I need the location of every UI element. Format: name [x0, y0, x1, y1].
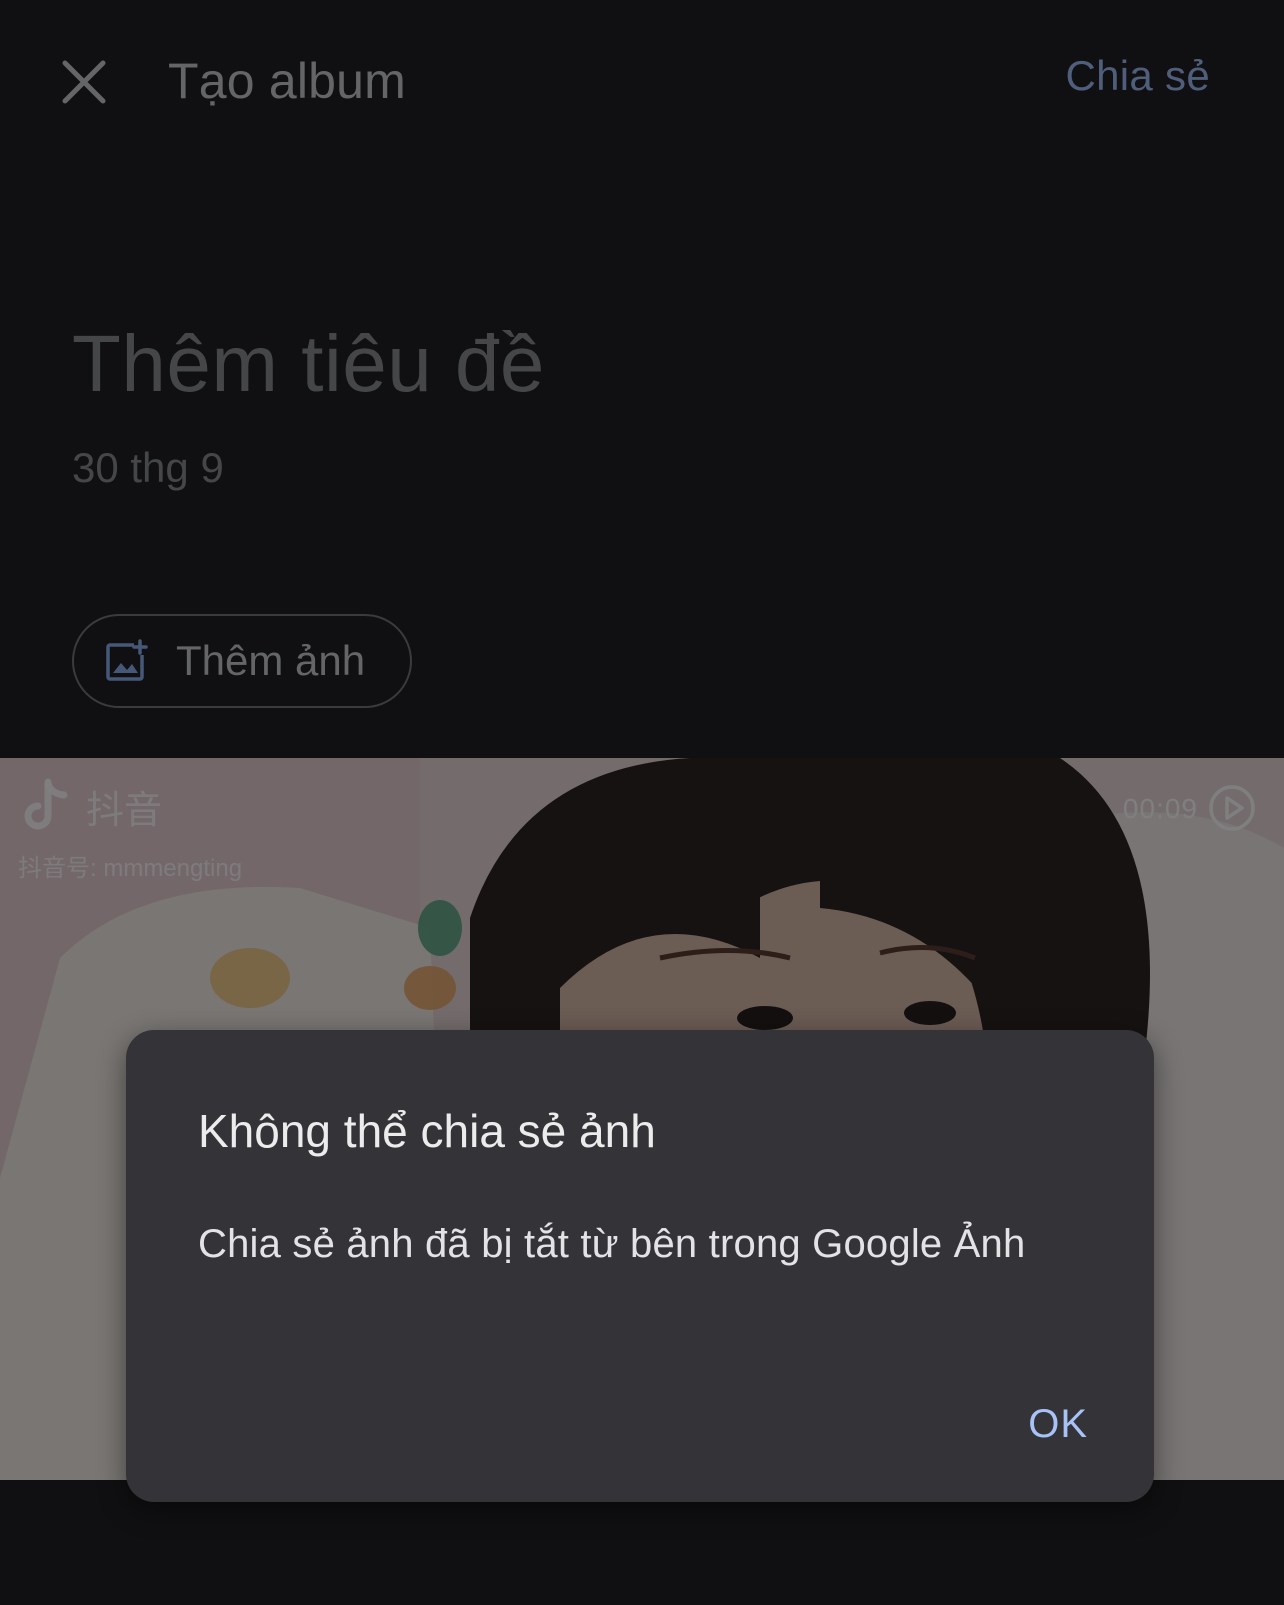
- ok-button[interactable]: OK: [1028, 1402, 1088, 1447]
- dialog-title: Không thể chia sẻ ảnh: [198, 1105, 656, 1157]
- screen: Tạo album Chia sẻ Thêm tiêu đề 30 thg 9 …: [0, 0, 1284, 1605]
- error-dialog: Không thể chia sẻ ảnh Chia sẻ ảnh đã bị …: [126, 1030, 1154, 1502]
- dialog-message: Chia sẻ ảnh đã bị tắt từ bên trong Googl…: [198, 1222, 1026, 1266]
